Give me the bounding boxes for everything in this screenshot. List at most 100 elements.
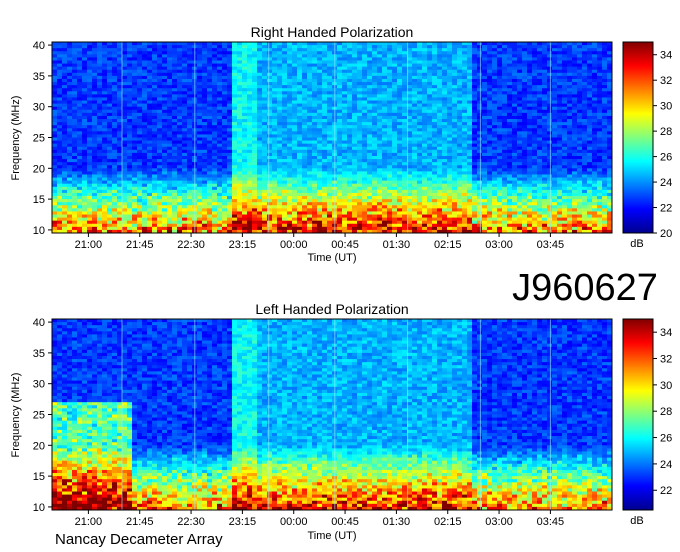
heatmap-cell	[177, 168, 183, 172]
heatmap-cell	[167, 91, 173, 95]
heatmap-cell	[517, 109, 523, 114]
heatmap-cell	[92, 168, 98, 172]
heatmap-cell	[352, 155, 358, 160]
heatmap-cell	[602, 45, 608, 49]
heatmap-cell	[107, 57, 113, 61]
heatmap-cell	[472, 48, 478, 52]
heatmap-cell	[452, 109, 458, 114]
heatmap-cell	[237, 91, 243, 95]
heatmap-cell	[547, 149, 553, 154]
heatmap-cell	[172, 143, 178, 148]
heatmap-cell	[237, 168, 243, 172]
heatmap-cell	[522, 162, 528, 166]
heatmap-cell	[547, 106, 553, 111]
heatmap-cell	[442, 45, 448, 49]
heatmap-cell	[52, 152, 58, 157]
heatmap-cell	[292, 125, 298, 129]
heatmap-cell	[212, 94, 218, 98]
heatmap-cell	[142, 106, 148, 111]
heatmap-cell	[392, 72, 398, 77]
heatmap-cell	[462, 128, 468, 132]
heatmap-cell	[97, 134, 103, 138]
heatmap-cell	[102, 131, 108, 135]
heatmap-cell	[127, 109, 133, 114]
heatmap-cell	[502, 174, 508, 178]
heatmap-cell	[82, 177, 88, 182]
heatmap-cell	[122, 122, 128, 126]
heatmap-cell	[272, 103, 278, 108]
heatmap-cell	[572, 91, 578, 95]
heatmap-cell	[522, 45, 528, 49]
heatmap-cell	[277, 66, 283, 71]
heatmap-cell	[52, 171, 58, 175]
heatmap-cell	[237, 177, 243, 182]
heatmap-cell	[507, 168, 513, 172]
heatmap-cell	[387, 48, 393, 52]
heatmap-cell	[232, 48, 238, 52]
heatmap-cell	[337, 152, 343, 157]
heatmap-cell	[287, 174, 293, 178]
heatmap-cell	[212, 168, 218, 172]
heatmap-cell	[377, 122, 383, 126]
heatmap-cell	[267, 82, 273, 86]
heatmap-cell	[202, 112, 208, 117]
heatmap-cell	[487, 82, 493, 86]
heatmap-cell	[422, 168, 428, 172]
heatmap-cell	[402, 134, 408, 138]
heatmap-cell	[387, 149, 393, 154]
heatmap-cell	[577, 60, 583, 64]
heatmap-cell	[392, 42, 398, 46]
heatmap-cell	[372, 162, 378, 166]
heatmap-cell	[462, 165, 468, 169]
heatmap-cell	[272, 57, 278, 61]
heatmap-cell	[57, 152, 63, 157]
heatmap-cell	[357, 51, 363, 55]
heatmap-cell	[207, 94, 213, 98]
heatmap-cell	[577, 82, 583, 86]
heatmap-cell	[507, 82, 513, 86]
heatmap-cell	[477, 69, 483, 74]
heatmap-cell	[277, 159, 283, 163]
heatmap-cell	[97, 155, 103, 160]
heatmap-cell	[312, 119, 318, 123]
heatmap-cell	[122, 109, 128, 114]
heatmap-cell	[182, 171, 188, 175]
heatmap-cell	[297, 146, 303, 151]
heatmap-cell	[592, 165, 598, 169]
heatmap-cell	[202, 125, 208, 129]
heatmap-cell	[552, 45, 558, 49]
heatmap-cell	[87, 112, 93, 117]
heatmap-cell	[487, 134, 493, 138]
heatmap-cell	[362, 106, 368, 111]
heatmap-cell	[277, 94, 283, 98]
heatmap-cell	[427, 106, 433, 111]
heatmap-cell	[102, 66, 108, 71]
heatmap-cell	[372, 82, 378, 86]
heatmap-cell	[242, 152, 248, 157]
heatmap-cell	[452, 103, 458, 108]
heatmap-cell	[92, 171, 98, 175]
heatmap-cell	[447, 155, 453, 160]
heatmap-cell	[547, 57, 553, 61]
heatmap-cell	[322, 119, 328, 123]
heatmap-cell	[552, 97, 558, 101]
heatmap-cell	[312, 112, 318, 117]
heatmap-cell	[537, 165, 543, 169]
heatmap-cell	[507, 165, 513, 169]
heatmap-cell	[562, 152, 568, 157]
heatmap-cell	[72, 115, 78, 120]
heatmap-cell	[512, 159, 518, 163]
heatmap-cell	[512, 78, 518, 83]
heatmap-cell	[272, 109, 278, 114]
heatmap-cell	[167, 162, 173, 166]
heatmap-cell	[367, 57, 373, 61]
heatmap-cell	[287, 100, 293, 105]
heatmap-cell	[322, 100, 328, 105]
heatmap-cell	[422, 137, 428, 141]
heatmap-cell	[162, 72, 168, 77]
heatmap-cell	[457, 60, 463, 64]
heatmap-cell	[62, 57, 68, 61]
heatmap-cell	[217, 78, 223, 83]
heatmap-cell	[137, 119, 143, 123]
heatmap-cell	[147, 85, 153, 89]
